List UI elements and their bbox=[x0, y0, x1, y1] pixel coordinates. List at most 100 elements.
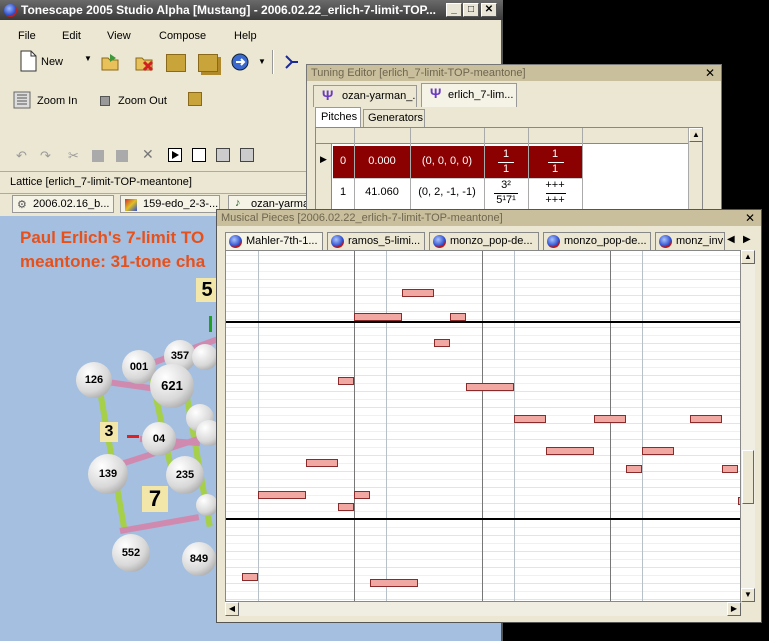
note-block[interactable] bbox=[354, 313, 402, 321]
scroll-down-icon[interactable]: ▼ bbox=[741, 588, 755, 602]
tab-scroll-left-icon[interactable]: ◀ bbox=[727, 234, 735, 245]
tuning-editor-title-bar[interactable]: Tuning Editor [erlich_7-limit-TOP-meanto… bbox=[307, 65, 721, 81]
new-button[interactable]: New ▼ bbox=[16, 50, 96, 74]
tuning-tab-2-label: erlich_7-lim... bbox=[448, 89, 514, 101]
note-block[interactable] bbox=[434, 339, 450, 347]
musical-pieces-close-button[interactable]: ✕ bbox=[745, 211, 755, 225]
lattice-node[interactable]: 04 bbox=[142, 422, 176, 456]
menu-edit[interactable]: Edit bbox=[62, 30, 81, 42]
note-block[interactable] bbox=[370, 579, 418, 587]
main-title-bar[interactable]: Tonescape 2005 Studio Alpha [Mustang] - … bbox=[0, 0, 503, 20]
piano-roll-row-line bbox=[226, 343, 740, 344]
piano-roll-row-line bbox=[226, 327, 740, 328]
piano-roll-row-line bbox=[226, 423, 740, 424]
tuning-tab-2[interactable]: Ψ erlich_7-lim... bbox=[421, 83, 517, 107]
lattice-node[interactable]: 849 bbox=[182, 542, 216, 576]
piano-roll-row-line bbox=[226, 271, 740, 272]
minimize-button[interactable]: _ bbox=[446, 3, 462, 17]
save-all-icon[interactable] bbox=[198, 54, 218, 72]
paste-icon[interactable] bbox=[116, 150, 128, 162]
menu-compose[interactable]: Compose bbox=[159, 30, 206, 42]
note-block[interactable] bbox=[354, 491, 370, 499]
note-block[interactable] bbox=[626, 465, 642, 473]
open-icon[interactable] bbox=[100, 52, 120, 72]
note-block[interactable] bbox=[338, 377, 354, 385]
scroll-right-icon[interactable]: ▶ bbox=[727, 602, 741, 616]
zoom-in-icon[interactable] bbox=[12, 90, 32, 110]
piece-tab-4[interactable]: monzo_pop-de... bbox=[543, 232, 651, 250]
play-icon[interactable] bbox=[230, 52, 250, 72]
doc-tab-2[interactable]: 159-edo_2-3-... bbox=[120, 195, 220, 213]
tuning-editor-close-button[interactable]: ✕ bbox=[705, 66, 715, 80]
tuning-tab-1[interactable]: Ψ ozan-yarman_... bbox=[313, 85, 417, 107]
note-block[interactable] bbox=[338, 503, 354, 511]
piano-roll-row-line bbox=[226, 567, 740, 568]
musical-pieces-title-bar[interactable]: Musical Pieces [2006.02.22_erlich-7-limi… bbox=[217, 210, 761, 226]
tab-scroll-right-icon[interactable]: ▶ bbox=[743, 234, 751, 245]
doc-tab-1[interactable]: ⚙ 2006.02.16_b... bbox=[12, 195, 114, 213]
lattice-node[interactable]: 621 bbox=[150, 364, 194, 408]
menu-help[interactable]: Help bbox=[234, 30, 257, 42]
close-button[interactable]: ✕ bbox=[481, 3, 497, 17]
tab-generators[interactable]: Generators bbox=[363, 109, 425, 127]
menu-file[interactable]: File bbox=[18, 30, 36, 42]
piece-icon bbox=[659, 235, 672, 248]
redo-icon[interactable]: ↷ bbox=[40, 148, 51, 164]
lattice-node[interactable]: 139 bbox=[88, 454, 128, 494]
scroll-up-icon[interactable]: ▲ bbox=[689, 128, 702, 142]
maximize-button[interactable]: □ bbox=[463, 3, 479, 17]
note-block[interactable] bbox=[514, 415, 546, 423]
zoom-in-label[interactable]: Zoom In bbox=[37, 95, 77, 107]
note-block[interactable] bbox=[466, 383, 514, 391]
piece-tab-3[interactable]: monzo_pop-de... bbox=[429, 232, 539, 250]
play-selection-icon[interactable] bbox=[168, 148, 182, 162]
play-dropdown-icon[interactable]: ▼ bbox=[258, 57, 266, 66]
stop-icon[interactable] bbox=[216, 148, 230, 162]
piano-roll-horizontal-scrollbar[interactable]: ◀ ▶ bbox=[225, 602, 741, 616]
note-block[interactable] bbox=[450, 313, 466, 321]
note-block[interactable] bbox=[546, 447, 594, 455]
cut-icon[interactable]: ✂ bbox=[68, 148, 79, 164]
lattice-node[interactable]: 126 bbox=[76, 362, 112, 398]
note-block[interactable] bbox=[242, 573, 258, 581]
lattice-node[interactable] bbox=[192, 344, 218, 370]
note-block[interactable] bbox=[642, 447, 674, 455]
note-block[interactable] bbox=[722, 465, 738, 473]
scroll-up-icon[interactable]: ▲ bbox=[741, 250, 755, 264]
menu-view[interactable]: View bbox=[107, 30, 131, 42]
close-file-icon[interactable] bbox=[134, 52, 154, 72]
tuning-editor-title: Tuning Editor [erlich_7-limit-TOP-meanto… bbox=[311, 67, 526, 79]
note-block[interactable] bbox=[306, 459, 338, 467]
chevron-down-icon[interactable]: ▼ bbox=[84, 54, 92, 63]
lattice-node[interactable] bbox=[196, 494, 218, 516]
undo-icon[interactable]: ↶ bbox=[16, 148, 27, 164]
lattice-title-line1: Paul Erlich's 7-limit TO bbox=[20, 228, 205, 247]
piece-tab-2[interactable]: ramos_5-limi... bbox=[327, 232, 425, 250]
lattice-settings-icon[interactable] bbox=[188, 92, 202, 106]
copy-icon[interactable] bbox=[92, 150, 104, 162]
note-block[interactable] bbox=[258, 491, 306, 499]
piece-tab-1[interactable]: Mahler-7th-1... bbox=[225, 232, 323, 250]
record-icon[interactable] bbox=[240, 148, 254, 162]
tab-pitches[interactable]: Pitches bbox=[315, 107, 361, 127]
piano-roll-row-line bbox=[226, 335, 740, 336]
note-block[interactable] bbox=[402, 289, 434, 297]
app-icon bbox=[4, 3, 17, 17]
cell-symbol-den: +++ bbox=[545, 194, 565, 206]
lattice-tool-icon[interactable] bbox=[282, 52, 302, 72]
lattice-node[interactable]: 235 bbox=[166, 456, 204, 494]
scroll-thumb[interactable] bbox=[742, 450, 754, 504]
zoom-out-label[interactable]: Zoom Out bbox=[118, 95, 167, 107]
piano-roll-vertical-scrollbar[interactable]: ▲ ▼ bbox=[741, 250, 755, 602]
piece-tab-5[interactable]: monz_inv bbox=[655, 232, 725, 250]
save-icon[interactable] bbox=[166, 54, 186, 72]
zoom-out-icon[interactable] bbox=[100, 96, 110, 106]
scroll-left-icon[interactable]: ◀ bbox=[225, 602, 239, 616]
note-block[interactable] bbox=[690, 415, 722, 423]
note-block[interactable] bbox=[594, 415, 626, 423]
lattice-node[interactable]: 552 bbox=[112, 534, 150, 572]
delete-icon[interactable]: ✕ bbox=[142, 146, 154, 163]
select-icon[interactable] bbox=[192, 148, 206, 162]
piano-roll-row-line bbox=[226, 527, 740, 528]
piano-roll[interactable] bbox=[225, 250, 741, 602]
